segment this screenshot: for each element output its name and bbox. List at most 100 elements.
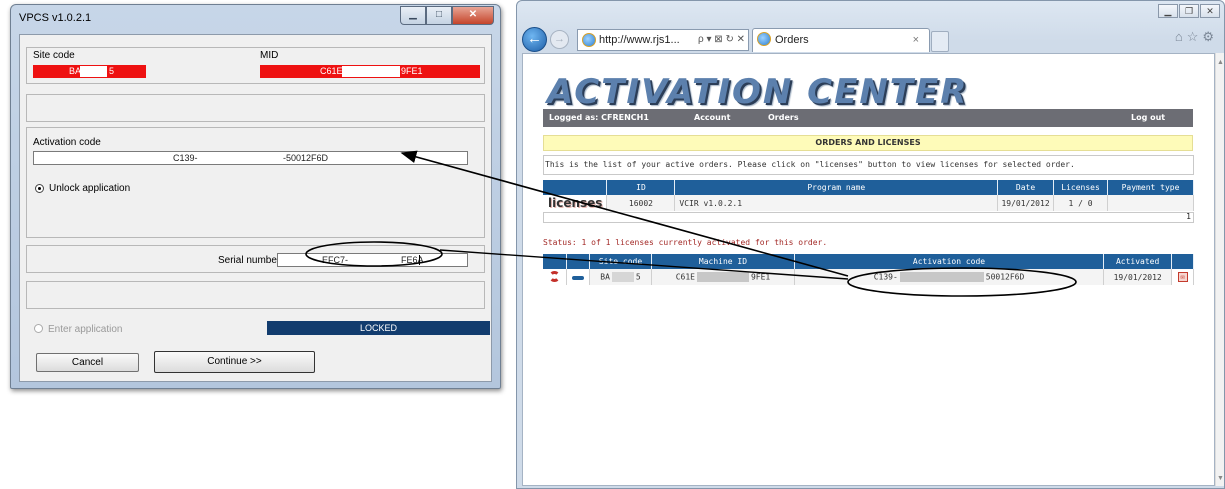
orders-header-id: ID [606,180,676,195]
document-cell[interactable]: ✉ [1171,269,1194,285]
home-icon[interactable]: ⌂ [1175,29,1187,44]
mid-end: 9FE1 [401,66,423,76]
close-icon[interactable]: ✕ [1200,4,1220,18]
document-icon[interactable]: ✉ [1177,272,1188,282]
menu-logout-link[interactable]: Log out [1131,109,1165,127]
license-status: Status: 1 of 1 licenses currently activa… [543,238,827,247]
tools-gear-icon[interactable]: ⚙ [1202,29,1218,44]
pager-number[interactable]: 1 [1186,212,1191,221]
activation-code-end: -50012F6D [283,153,329,163]
orders-header-row: ID Program name Date Licenses Payment ty… [543,180,1194,195]
activation-group: Activation code C139- -50012F6D Unlock a… [26,127,485,238]
tab-close-icon[interactable]: × [913,29,919,51]
mid-field: C61E 9FE1 [260,65,480,78]
forward-arrow-icon[interactable]: → [550,30,569,49]
section-title: ORDERS AND LICENSES [543,135,1193,151]
license-activation-code: C139- 50012F6D [794,269,1104,285]
site-code-field: BA 5 [33,65,146,78]
browser-right-icons: ⌂☆⚙ [1175,29,1218,45]
table-row[interactable]: licenses 16002 VCIR v1.0.2.1 19/01/2012 … [543,195,1194,211]
vertical-scrollbar[interactable]: ▲ ▼ [1215,53,1224,486]
activation-center-logo: ACTIVATION CENTER [547,72,969,112]
serial-group: Serial number EFC7- FE6A [26,245,485,273]
site-code-redaction [80,66,107,77]
minimize-icon[interactable]: ▁ [400,6,426,25]
licenses-header-site: Site code [589,254,652,269]
licenses-header-machine: Machine ID [651,254,796,269]
vpcs-title: VPCS v1.0.2.1 [19,12,92,24]
menu-orders-link[interactable]: Orders [768,109,799,127]
license-code-start: C139- [873,272,898,282]
identity-group: Site code BA 5 MID C61E 9FE1 [26,47,485,84]
favorites-star-icon[interactable]: ☆ [1187,29,1203,44]
mid-start: C61E [320,66,343,76]
vpcs-window: VPCS v1.0.2.1 ▁ □ ✕ Site code BA 5 MID C… [10,4,501,389]
address-bar[interactable]: http://www.rjs1... ρ ▾ ⊠ ↻ ✕ [577,29,749,51]
license-machine-start: C61E [675,272,695,282]
license-site-end: 5 [635,272,641,282]
info-text: This is the list of your active orders. … [543,155,1194,175]
unlock-option-label: Unlock application [49,183,131,194]
tab-orders[interactable]: Orders × [752,28,930,52]
licenses-header-activated: Activated [1103,254,1173,269]
license-site-start: BA [600,272,610,282]
mid-redaction [342,66,400,77]
back-arrow-icon[interactable]: ← [522,27,547,52]
empty-group-1 [26,94,485,122]
machine-redaction [696,272,749,282]
licenses-button[interactable]: licenses [543,195,608,211]
cancel-button[interactable]: Cancel [36,353,139,372]
continue-button[interactable]: Continue >> [154,351,315,373]
orders-header-blank [543,180,608,195]
site-code-label: Site code [33,50,75,61]
serial-start: EFC7- [322,255,349,265]
logged-as-text: Logged as: CFRENCH1 [549,113,649,122]
key-icon [572,275,585,280]
address-url: http://www.rjs1... [599,34,680,46]
site-redaction [611,272,634,282]
orders-header-payment: Payment type [1107,180,1194,195]
licenses-header-code: Activation code [794,254,1104,269]
orders-header-licenses: Licenses [1053,180,1109,195]
vpcs-client-area: Site code BA 5 MID C61E 9FE1 Activation … [19,34,492,382]
unlock-radio[interactable] [35,184,44,193]
minimize-icon[interactable]: ▁ [1158,4,1178,18]
page-content: ACTIVATION CENTER Logged as: CFRENCH1 Ac… [522,53,1215,486]
restore-icon[interactable]: ❐ [1179,4,1199,18]
scroll-up-icon[interactable]: ▲ [1217,59,1224,66]
empty-group-2 [26,281,485,309]
ie-page-icon [757,32,771,46]
refresh-cell[interactable] [543,269,568,285]
order-program: VCIR v1.0.2.1 [674,195,999,211]
screenshot-stage: VPCS v1.0.2.1 ▁ □ ✕ Site code BA 5 MID C… [0,0,1225,489]
orders-table: ID Program name Date Licenses Payment ty… [543,180,1194,211]
activation-code-input[interactable]: C139- -50012F6D [33,151,468,165]
status-text: 1 of 1 licenses currently activated for … [581,238,828,247]
license-machine-end: 9FE1 [750,272,771,282]
order-payment [1107,195,1194,211]
close-icon[interactable]: ✕ [452,6,494,25]
menu-account-link[interactable]: Account [694,109,730,127]
enter-option-label: Enter application [48,324,123,335]
licenses-header-row: Site code Machine ID Activation code Act… [543,254,1194,269]
text-caret [419,255,420,265]
activation-code-label: Activation code [33,137,101,148]
maximize-icon[interactable]: □ [426,6,452,25]
vpcs-caption-buttons: ▁ □ ✕ [400,6,494,25]
license-activated-date: 19/01/2012 [1103,269,1173,285]
tab-title: Orders [775,34,809,46]
activation-code-start: C139- [173,153,198,163]
site-code-end: 5 [109,66,115,76]
address-tools[interactable]: ρ ▾ ⊠ ↻ ✕ [698,30,745,50]
enter-radio[interactable] [34,324,43,333]
orders-header-date: Date [997,180,1055,195]
serial-number-input[interactable]: EFC7- FE6A [277,253,468,267]
scroll-down-icon[interactable]: ▼ [1217,475,1224,482]
refresh-cycle-icon[interactable] [549,270,561,282]
code-redaction [899,272,984,282]
vpcs-titlebar[interactable]: VPCS v1.0.2.1 ▁ □ ✕ [11,5,500,33]
locked-status-bar: LOCKED [267,321,490,335]
license-machine-id: C61E 9FE1 [651,269,796,285]
new-tab-button[interactable] [931,31,949,52]
table-row: BA 5 C61E 9FE1 C139- 50012F6D 19/01/2012 ✉ [543,269,1194,285]
